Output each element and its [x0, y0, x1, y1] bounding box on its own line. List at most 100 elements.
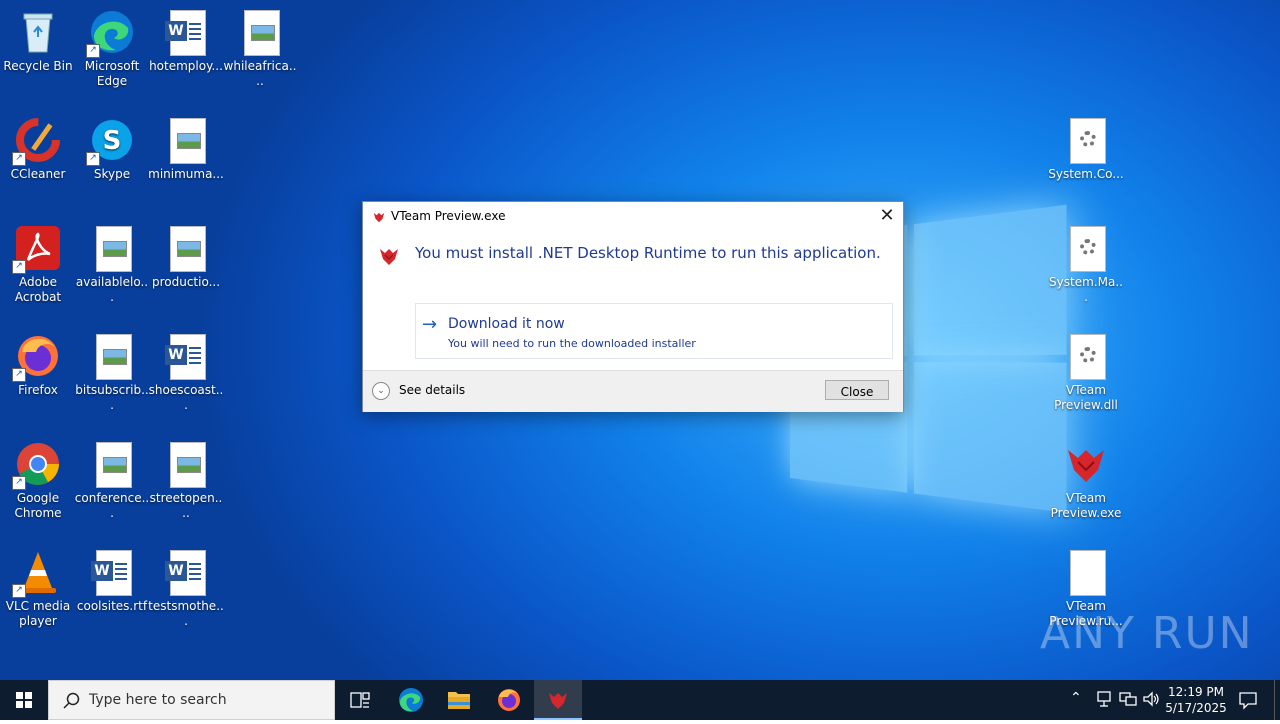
- desktop-icon-google-chrome[interactable]: ↗ Google Chrome: [0, 434, 76, 538]
- desktop-icon-vteam-dll[interactable]: VTeam Preview.dll: [1048, 326, 1124, 430]
- edge-icon: [399, 688, 423, 712]
- notifications-icon[interactable]: [1238, 690, 1258, 714]
- search-placeholder: Type here to search: [89, 692, 227, 708]
- folder-icon: [448, 692, 470, 709]
- icon-label: VTeam Preview.dll: [1054, 383, 1118, 412]
- close-icon: ✕: [879, 205, 895, 226]
- icon-label: System.Co...: [1048, 167, 1124, 181]
- desktop-icon-streetopen[interactable]: streetopen....: [148, 434, 224, 538]
- command-link-subtitle: You will need to run the downloaded inst…: [448, 337, 696, 350]
- desktop-icon-testsmothe[interactable]: W testsmothe...: [148, 542, 224, 646]
- gear-file-icon: [1062, 224, 1110, 272]
- icon-label: minimuma...: [148, 167, 224, 181]
- desktop-icon-coolsites[interactable]: W coolsites.rtf: [74, 542, 150, 646]
- taskbar-edge-button[interactable]: [387, 680, 435, 720]
- desktop-icon-whileafrica[interactable]: whileafrica....: [222, 2, 298, 106]
- icon-label: testsmothe...: [148, 599, 224, 628]
- download-now-command-link[interactable]: → Download it now You will need to run t…: [415, 303, 893, 359]
- icon-label: Recycle Bin: [3, 59, 73, 73]
- desktop-icon-conference[interactable]: conference...: [74, 434, 150, 538]
- icon-label: productio...: [151, 275, 221, 289]
- ccleaner-icon: ↗: [12, 116, 62, 166]
- task-view-button[interactable]: [336, 680, 384, 720]
- image-file-icon: [88, 440, 136, 488]
- dialog-heading: You must install .NET Desktop Runtime to…: [415, 244, 881, 262]
- clock-date: 5/17/2025: [1165, 701, 1227, 715]
- desktop-icon-adobe-acrobat[interactable]: ↗ Adobe Acrobat: [0, 218, 76, 322]
- dialog-close-x-button[interactable]: ✕: [871, 202, 903, 230]
- taskbar-clock[interactable]: 12:19 PM 5/17/2025: [1164, 684, 1228, 716]
- image-file-icon: [162, 224, 210, 272]
- taskbar-file-explorer-button[interactable]: [435, 680, 483, 720]
- icon-label: hotemploy...: [149, 59, 223, 73]
- desktop-icon-skype[interactable]: S ↗ Skype: [74, 110, 150, 214]
- image-file-icon: [162, 440, 210, 488]
- network-status-icon[interactable]: [1096, 690, 1112, 712]
- dialog-titlebar[interactable]: VTeam Preview.exe ✕: [363, 202, 903, 230]
- desktop-icon-recycle-bin[interactable]: Recycle Bin: [0, 2, 76, 106]
- start-button[interactable]: [0, 680, 48, 720]
- desktop-icon-availablelo[interactable]: availablelo...: [74, 218, 150, 322]
- desktop-icon-bitsubscrib[interactable]: bitsubscrib...: [74, 326, 150, 430]
- desktop-icon-hotemploy[interactable]: W hotemploy...: [148, 2, 224, 106]
- search-icon: [63, 692, 80, 709]
- icon-label: availablelo...: [75, 275, 149, 304]
- taskbar: Type here to search ⌃ 12:19 PM 5/17/2025: [0, 680, 1280, 720]
- taskbar-search-box[interactable]: Type here to search: [48, 680, 335, 720]
- gear-file-icon: [1062, 116, 1110, 164]
- desktop-icon-microsoft-edge[interactable]: ↗ Microsoft Edge: [74, 2, 150, 106]
- icon-label: shoescoast...: [148, 383, 224, 412]
- image-file-icon: [236, 8, 284, 56]
- word-doc-icon: W: [162, 8, 210, 56]
- icon-label: coolsites.rtf: [76, 599, 148, 613]
- icon-label: Firefox: [18, 383, 58, 397]
- desktop-icon-vlc[interactable]: ↗ VLC media player: [0, 542, 76, 646]
- close-button[interactable]: Close: [825, 380, 889, 400]
- skype-icon: S ↗: [86, 116, 136, 166]
- dialog-title: VTeam Preview.exe: [391, 209, 506, 223]
- word-doc-icon: W: [162, 332, 210, 380]
- see-details-toggle[interactable]: See details: [399, 383, 465, 397]
- desktop-icon-firefox[interactable]: ↗ Firefox: [0, 326, 76, 430]
- arrow-right-icon: →: [422, 314, 438, 335]
- taskbar-vteam-button[interactable]: [534, 680, 582, 720]
- ethernet-icon[interactable]: [1119, 690, 1137, 712]
- image-file-icon: [162, 116, 210, 164]
- icon-label: streetopen....: [149, 491, 223, 520]
- icon-label: Skype: [93, 167, 131, 181]
- icon-label: conference...: [74, 491, 150, 520]
- desktop-icon-shoescoast[interactable]: W shoescoast...: [148, 326, 224, 430]
- clock-time: 12:19 PM: [1168, 685, 1224, 699]
- desktop-icon-ccleaner[interactable]: ↗ CCleaner: [0, 110, 76, 214]
- desktop-background: Recycle Bin ↗ CCleaner ↗ Adobe Acrobat ↗…: [0, 0, 1280, 680]
- desktop-icon-system-co[interactable]: System.Co...: [1048, 110, 1124, 214]
- image-file-icon: [88, 224, 136, 272]
- vteam-icon: [372, 209, 386, 228]
- svg-text:S: S: [103, 126, 122, 156]
- chevron-down-icon[interactable]: ⌄: [372, 382, 390, 400]
- icon-label: CCleaner: [10, 167, 66, 181]
- firefox-icon: [498, 689, 520, 711]
- task-view-icon: [350, 692, 370, 708]
- acrobat-icon: ↗: [12, 224, 62, 274]
- icon-label: bitsubscrib...: [75, 383, 149, 412]
- desktop-icon-system-ma[interactable]: System.Ma...: [1048, 218, 1124, 322]
- icon-label: Microsoft Edge: [84, 59, 140, 88]
- desktop-icon-minimuma[interactable]: minimuma...: [148, 110, 224, 214]
- chrome-icon: ↗: [12, 440, 62, 490]
- desktop-icon-productio[interactable]: productio...: [148, 218, 224, 322]
- vteam-icon: [377, 244, 401, 272]
- vlc-icon: ↗: [12, 548, 62, 598]
- error-dialog: VTeam Preview.exe ✕ You must install .NE…: [362, 201, 904, 412]
- show-desktop-button[interactable]: [1274, 680, 1280, 720]
- desktop-icon-vteam-exe[interactable]: VTeam Preview.exe: [1048, 434, 1124, 538]
- vteam-icon: [549, 693, 567, 709]
- vteam-icon: [1062, 440, 1110, 488]
- recycle-bin-icon: [14, 8, 62, 56]
- taskbar-firefox-button[interactable]: [485, 680, 533, 720]
- blank-file-icon: [1062, 548, 1110, 596]
- firefox-icon: ↗: [12, 332, 62, 382]
- volume-icon[interactable]: [1142, 690, 1160, 712]
- command-link-title: Download it now: [448, 316, 565, 332]
- chevron-up-icon[interactable]: ⌃: [1070, 690, 1082, 706]
